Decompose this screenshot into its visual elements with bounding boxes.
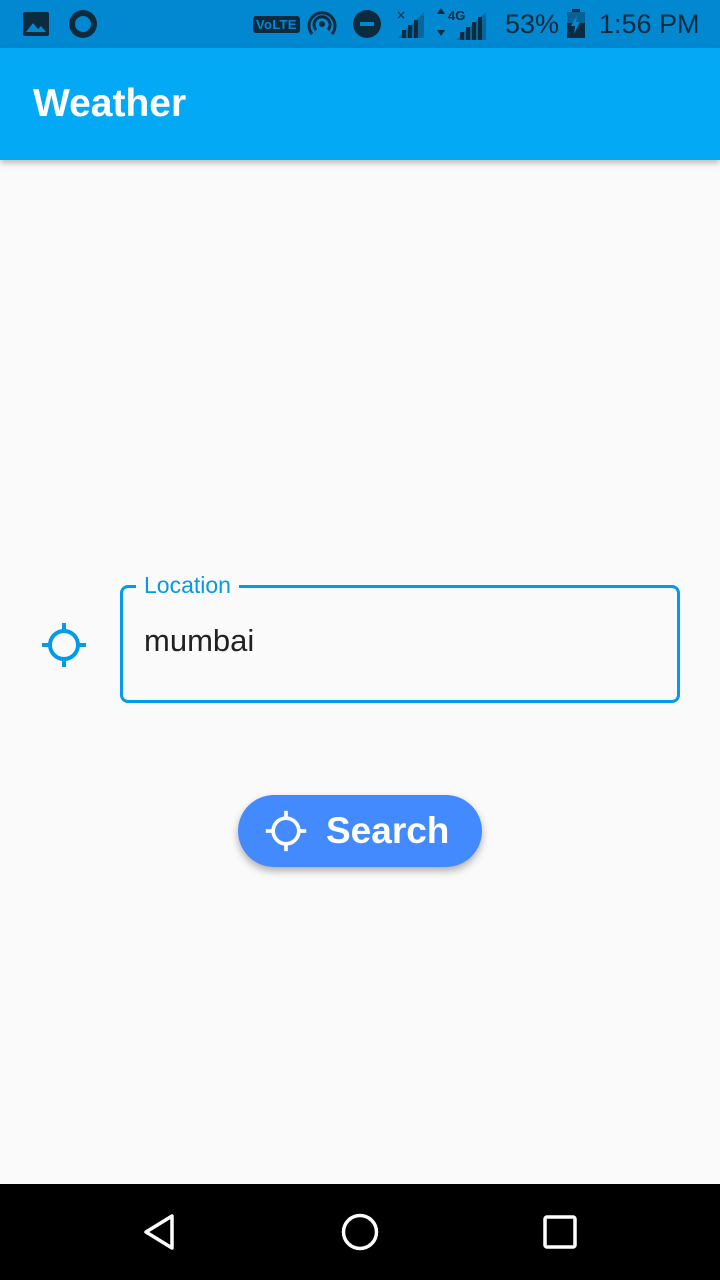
clock: 1:56 PM <box>599 0 700 48</box>
search-button-label: Search <box>326 810 450 851</box>
circle-app-icon <box>68 0 98 48</box>
battery-icon <box>566 0 586 48</box>
gallery-icon <box>22 0 50 48</box>
battery-percent-label: 53% <box>505 8 560 39</box>
app-title: Weather <box>33 82 187 125</box>
volte-badge: VoLTE <box>253 0 300 48</box>
battery-percent: 53% <box>505 0 559 48</box>
navigation-bar <box>0 1184 720 1280</box>
hotspot-icon <box>306 0 338 48</box>
weather-screen: VoLTE × 4G 53% 1:56 PM Weather Location … <box>0 0 720 1280</box>
location-input[interactable] <box>144 615 644 667</box>
network-type-label: 4G <box>448 8 465 23</box>
location-field[interactable]: Location <box>120 571 680 703</box>
svg-text:×: × <box>396 8 406 22</box>
back-icon[interactable] <box>136 1208 184 1256</box>
app-bar: Weather <box>0 48 720 160</box>
clock-label: 1:56 PM <box>599 8 700 39</box>
volte-label: VoLTE <box>253 15 300 33</box>
search-button[interactable]: Search <box>238 795 482 867</box>
gps-crosshair-icon <box>40 621 88 669</box>
signal-icon-sim1: × <box>396 0 426 48</box>
location-field-label: Location <box>136 571 239 599</box>
signal-icon-sim2: 4G <box>434 0 490 48</box>
recents-icon[interactable] <box>536 1208 584 1256</box>
status-bar: VoLTE × 4G 53% 1:56 PM <box>0 0 720 48</box>
do-not-disturb-icon <box>352 0 382 48</box>
home-icon[interactable] <box>336 1208 384 1256</box>
gps-crosshair-icon <box>264 809 308 853</box>
